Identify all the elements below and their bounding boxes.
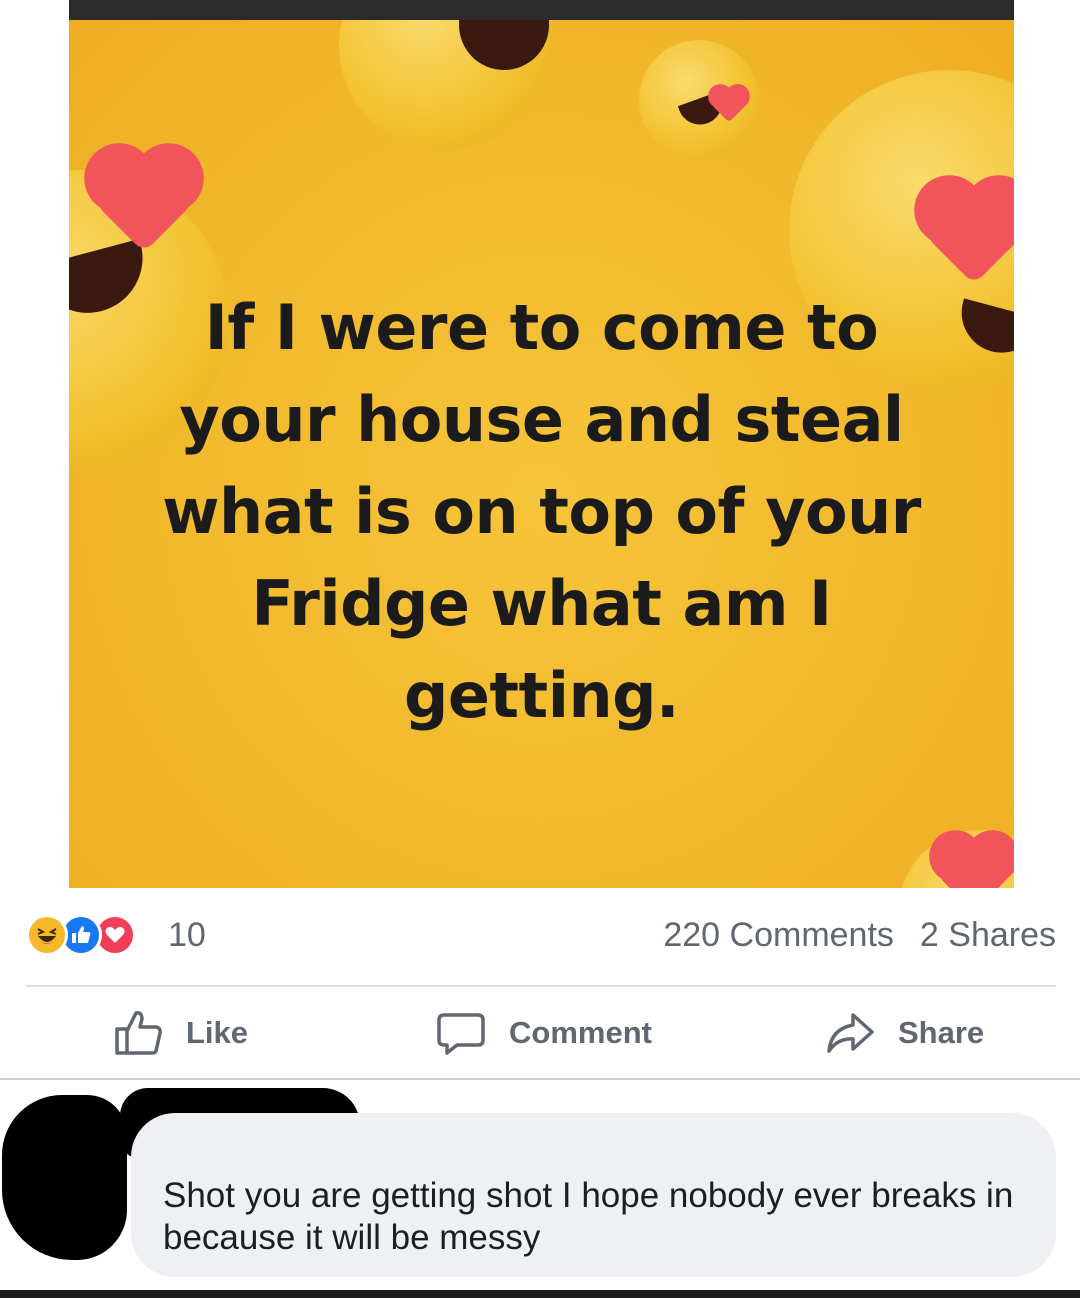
share-button[interactable]: Share xyxy=(824,988,984,1078)
reaction-count: 10 xyxy=(168,916,206,954)
like-label: Like xyxy=(186,1015,249,1050)
share-arrow-icon xyxy=(827,1013,874,1053)
comment-button[interactable]: Comment xyxy=(435,988,652,1078)
divider xyxy=(26,985,1056,987)
post-action-bar: Like Comment Share xyxy=(0,988,1080,1078)
thumbs-up-icon xyxy=(115,1011,162,1055)
quote-line: your house and steal xyxy=(179,383,904,456)
share-label: Share xyxy=(898,1015,985,1050)
quote-line: what is on top of your xyxy=(162,475,921,548)
top-edge-bar xyxy=(69,0,1014,20)
redacted-avatar xyxy=(2,1095,127,1260)
bottom-edge-bar xyxy=(0,1290,1080,1298)
comment-text: Shot you are getting shot I hope nobody … xyxy=(163,1176,1014,1257)
comment-bubble-icon xyxy=(437,1013,485,1055)
post-image[interactable]: If I were to come to your house and stea… xyxy=(69,20,1014,888)
like-button[interactable]: Like xyxy=(112,988,248,1078)
post-stats: 220 Comments 2 Shares xyxy=(663,916,1056,955)
shares-count-link[interactable]: 2 Shares xyxy=(920,916,1056,954)
quote-line: If I were to come to xyxy=(204,291,879,364)
image-quote-text: If I were to come to your house and stea… xyxy=(69,282,1014,742)
quote-line: getting. xyxy=(403,659,680,732)
comment-bubble[interactable]: Shot you are getting shot I hope nobody … xyxy=(131,1113,1056,1277)
comments-count-link[interactable]: 220 Comments xyxy=(663,916,894,954)
comment-label: Comment xyxy=(509,1015,652,1050)
haha-icon xyxy=(26,914,68,956)
heart-icon xyxy=(936,837,1012,888)
quote-line: Fridge what am I xyxy=(251,567,832,640)
divider xyxy=(0,1078,1080,1080)
reactions-summary[interactable]: 10 220 Comments 2 Shares xyxy=(26,912,1056,964)
